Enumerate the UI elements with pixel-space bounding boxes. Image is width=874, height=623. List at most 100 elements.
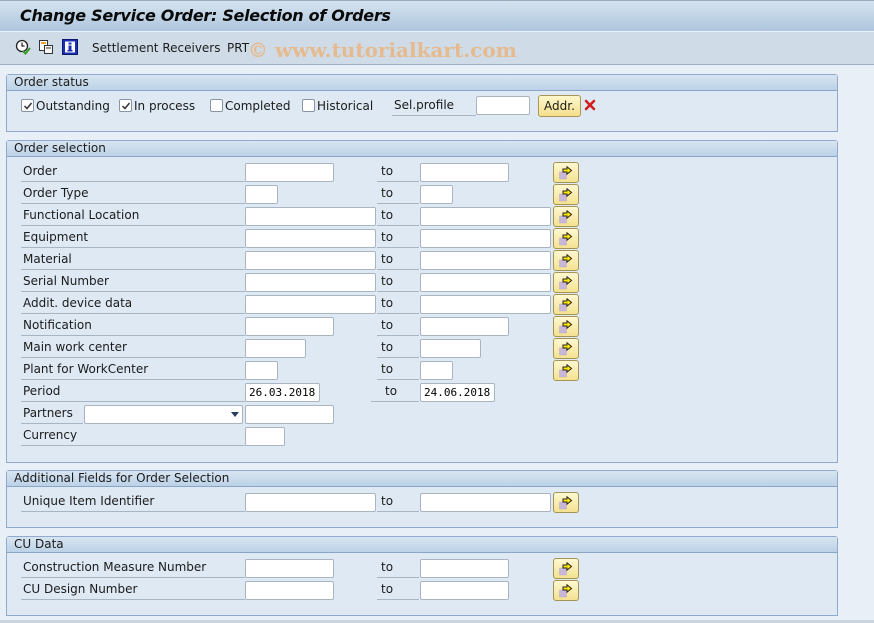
order-from-input[interactable] [245, 163, 334, 182]
serial-number-multiple-selection-button[interactable] [553, 272, 579, 293]
main-work-center-from-input[interactable] [245, 339, 306, 358]
checkbox-box[interactable] [302, 99, 315, 112]
to-label: to [377, 316, 419, 336]
delete-x-icon[interactable] [584, 99, 596, 114]
plant-for-workcenter-from-input[interactable] [245, 361, 278, 380]
multiple-selection-arrow-icon [559, 320, 573, 334]
equipment-from-input[interactable] [245, 229, 376, 248]
multiple-selection-arrow-icon [559, 166, 573, 180]
to-label: to [377, 272, 419, 292]
copy-variant-icon[interactable] [38, 39, 54, 55]
checkbox-completed[interactable]: Completed [210, 99, 290, 115]
period-from-input[interactable] [245, 383, 320, 402]
material-label: Material [21, 250, 245, 270]
addit-device-data-to-input[interactable] [420, 295, 551, 314]
unique-item-identifier-to-input[interactable] [420, 493, 551, 512]
order-status-group: Order status Outstanding In process Comp… [6, 74, 838, 132]
partners-role-dropdown[interactable] [84, 405, 243, 424]
unique-item-identifier-from-input[interactable] [245, 493, 376, 512]
main-work-center-to-input[interactable] [420, 339, 481, 358]
group-header: Additional Fields for Order Selection [7, 471, 837, 487]
prt-button[interactable]: PRT [227, 41, 249, 55]
checkbox-in-process[interactable]: In process [119, 99, 195, 115]
unique-item-identifier-label: Unique Item Identifier [21, 492, 245, 512]
construction-measure-number-to-input[interactable] [420, 559, 509, 578]
to-label: to [377, 338, 419, 358]
unique-item-identifier-multiple-selection-button[interactable] [553, 492, 579, 513]
equipment-multiple-selection-button[interactable] [553, 228, 579, 249]
checkbox-box[interactable] [210, 99, 223, 112]
addit-device-data-label: Addit. device data [21, 294, 245, 314]
main-work-center-multiple-selection-button[interactable] [553, 338, 579, 359]
partners-input[interactable] [245, 405, 334, 424]
checkbox-outstanding[interactable]: Outstanding [21, 99, 110, 115]
to-label: to [377, 492, 419, 512]
order-type-to-input[interactable] [420, 185, 453, 204]
notification-label: Notification [21, 316, 245, 336]
execute-clock-icon[interactable] [15, 39, 31, 55]
functional-location-to-input[interactable] [420, 207, 551, 226]
partners-label: Partners [21, 404, 83, 424]
checkbox-box[interactable] [119, 99, 132, 112]
group-header: Order status [7, 75, 837, 91]
to-label: to [371, 382, 419, 402]
construction-measure-number-multiple-selection-button[interactable] [553, 558, 579, 579]
material-to-input[interactable] [420, 251, 551, 270]
serial-number-to-input[interactable] [420, 273, 551, 292]
cu-design-number-multiple-selection-button[interactable] [553, 580, 579, 601]
sel-profile-input[interactable] [476, 96, 530, 115]
order-to-input[interactable] [420, 163, 509, 182]
addit-device-data-multiple-selection-button[interactable] [553, 294, 579, 315]
to-label: to [377, 558, 419, 578]
functional-location-label: Functional Location [21, 206, 245, 226]
equipment-label: Equipment [21, 228, 245, 248]
to-label: to [377, 580, 419, 600]
order-multiple-selection-button[interactable] [553, 162, 579, 183]
group-header: CU Data [7, 537, 837, 553]
order-type-multiple-selection-button[interactable] [553, 184, 579, 205]
checkbox-box[interactable] [21, 99, 34, 112]
serial-number-label: Serial Number [21, 272, 245, 292]
checkbox-label: Outstanding [36, 99, 110, 113]
notification-to-input[interactable] [420, 317, 509, 336]
to-label: to [377, 206, 419, 226]
settlement-receivers-button[interactable]: Settlement Receivers [92, 41, 221, 55]
addit-device-data-from-input[interactable] [245, 295, 376, 314]
order-label: Order [21, 162, 245, 182]
multiple-selection-arrow-icon [559, 364, 573, 378]
chevron-down-icon[interactable] [231, 412, 239, 417]
material-multiple-selection-button[interactable] [553, 250, 579, 271]
plant-for-workcenter-to-input[interactable] [420, 361, 453, 380]
order-type-from-input[interactable] [245, 185, 278, 204]
construction-measure-number-label: Construction Measure Number [21, 558, 245, 578]
checkbox-historical[interactable]: Historical [302, 99, 373, 115]
to-label: to [377, 184, 419, 204]
cu-design-number-label: CU Design Number [21, 580, 245, 600]
multiple-selection-arrow-icon [559, 188, 573, 202]
cu-design-number-from-input[interactable] [245, 581, 334, 600]
watermark: © www.tutorialkart.com [248, 38, 517, 62]
to-label: to [377, 250, 419, 270]
construction-measure-number-from-input[interactable] [245, 559, 334, 578]
to-label: to [377, 228, 419, 248]
currency-input[interactable] [245, 427, 285, 446]
material-from-input[interactable] [245, 251, 376, 270]
serial-number-from-input[interactable] [245, 273, 376, 292]
plant-for-workcenter-multiple-selection-button[interactable] [553, 360, 579, 381]
info-icon[interactable] [62, 39, 78, 55]
order-type-label: Order Type [21, 184, 245, 204]
notification-from-input[interactable] [245, 317, 334, 336]
addr-button[interactable]: Addr. [538, 95, 581, 117]
period-to-input[interactable] [420, 383, 495, 402]
group-header: Order selection [7, 141, 837, 157]
cu-design-number-to-input[interactable] [420, 581, 509, 600]
functional-location-multiple-selection-button[interactable] [553, 206, 579, 227]
functional-location-from-input[interactable] [245, 207, 376, 226]
notification-multiple-selection-button[interactable] [553, 316, 579, 337]
to-label: to [377, 360, 419, 380]
checkbox-label: Historical [317, 99, 374, 113]
equipment-to-input[interactable] [420, 229, 551, 248]
cu-data-group: CU Data Construction Measure Number to CU … [6, 536, 838, 616]
checkbox-label: In process [134, 99, 196, 113]
multiple-selection-arrow-icon [559, 298, 573, 312]
